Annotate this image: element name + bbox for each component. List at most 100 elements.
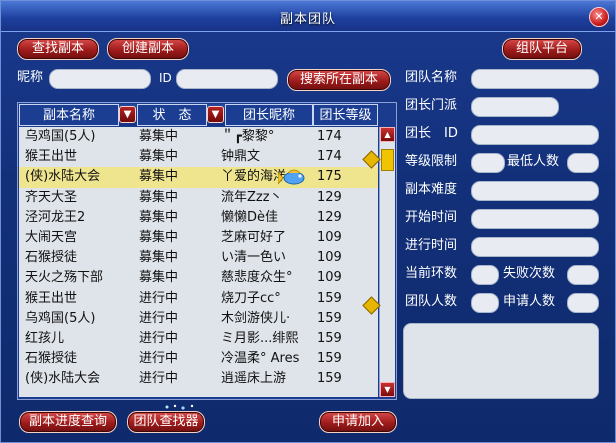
scroll-up-icon[interactable]: ▲ xyxy=(380,127,395,142)
applicants-label: 申请人数 xyxy=(503,294,556,309)
cell-leader: 懒懒Dè佳 xyxy=(221,209,279,225)
cell-name: 石猴授徒 xyxy=(25,250,78,266)
cell-name: 大闹天宫 xyxy=(25,229,78,245)
team-size-field xyxy=(471,293,499,313)
table-row[interactable]: 猴王出世 进行中 烧刀子cc° 159 xyxy=(19,289,378,309)
sparkle-icon xyxy=(165,404,194,410)
table-row[interactable]: (侠)水陆大会 进行中 逍遥床上游 159 xyxy=(19,369,378,389)
table-row[interactable]: 石猴授徒 募集中 い清一色い 109 xyxy=(19,248,378,268)
apply-join-button[interactable]: 申请加入 xyxy=(319,411,397,433)
cell-leader: 慈悲度众生° xyxy=(221,270,293,286)
cell-name: 猴王出世 xyxy=(25,290,78,306)
current-round-label: 当前环数 xyxy=(405,266,458,281)
nickname-input[interactable] xyxy=(49,69,151,90)
min-players-field xyxy=(567,153,599,173)
cell-status: 进行中 xyxy=(139,330,179,346)
current-round-field xyxy=(471,265,499,285)
goldfish-cursor-icon xyxy=(278,169,305,185)
cell-leader: 逍遥床上游 xyxy=(221,371,287,387)
team-platform-button[interactable]: 组队平台 xyxy=(502,38,582,60)
cell-name: 猴王出世 xyxy=(25,149,78,165)
id-input[interactable] xyxy=(176,69,278,90)
cell-level: 129 xyxy=(317,209,342,225)
cell-name: 泾河龙王2 xyxy=(25,209,86,225)
cell-level: 109 xyxy=(317,229,342,245)
cell-name: (侠)水陆大会 xyxy=(25,371,101,387)
find-dungeon-button[interactable]: 查找副本 xyxy=(17,38,99,60)
cell-status: 募集中 xyxy=(139,149,179,165)
table-scrollbar[interactable]: ▲ ▼ xyxy=(379,127,395,397)
scroll-down-icon[interactable]: ▼ xyxy=(380,382,395,397)
team-size-label: 团队人数 xyxy=(405,294,458,309)
cell-name: 红孩儿 xyxy=(25,330,65,346)
cell-name: 乌鸡国(5人) xyxy=(25,310,96,326)
cell-status: 募集中 xyxy=(139,229,179,245)
elapsed-time-field xyxy=(471,237,599,257)
sort-dropdown-icon[interactable]: ▼ xyxy=(119,106,136,123)
cell-level: 159 xyxy=(317,330,342,346)
header-dungeon-name: 副本名称 xyxy=(19,104,119,126)
id-input-box[interactable] xyxy=(177,72,277,90)
header-leader-name: 团长昵称 xyxy=(225,104,313,126)
cell-name: 齐天大圣 xyxy=(25,189,78,205)
cell-name: 乌鸡国(5人) xyxy=(25,129,96,144)
cell-level: 109 xyxy=(317,250,342,266)
dungeon-table: 副本名称 ▼ 状 态 ▼ 团长昵称 团长等级 乌鸡国(5人) 募集中 ＂┏黎黎° 17… xyxy=(17,102,397,400)
title-bar[interactable]: 副本团队 ✕ xyxy=(1,1,615,32)
cell-status: 进行中 xyxy=(139,351,179,367)
cell-status: 进行中 xyxy=(139,290,179,306)
table-row[interactable]: 泾河龙王2 募集中 懒懒Dè佳 129 xyxy=(19,208,378,228)
table-row[interactable]: 猴王出世 募集中 钟鼎文 174 xyxy=(19,147,378,167)
start-time-field xyxy=(471,209,599,229)
table-row[interactable]: 齐天大圣 募集中 流年Zzz丶 129 xyxy=(19,188,378,208)
team-finder-button[interactable]: 团队查找器 xyxy=(127,411,205,433)
cell-name: (侠)水陆大会 xyxy=(25,169,101,185)
scroll-thumb[interactable] xyxy=(381,149,394,171)
nickname-label: 昵称 xyxy=(17,70,44,85)
start-time-label: 开始时间 xyxy=(405,210,458,225)
fail-count-label: 失败次数 xyxy=(503,266,556,281)
description-box xyxy=(403,323,599,399)
table-row[interactable]: 乌鸡国(5人) 募集中 ＂┏黎黎° 174 xyxy=(19,127,378,147)
cell-status: 进行中 xyxy=(139,371,179,387)
table-row[interactable]: 天火之殇下部 募集中 慈悲度众生° 109 xyxy=(19,268,378,288)
cell-level: 175 xyxy=(317,169,342,185)
table-row[interactable]: 大闹天宫 募集中 芝麻可好了 109 xyxy=(19,228,378,248)
id-label: ID xyxy=(159,71,172,85)
level-limit-label: 等级限制 xyxy=(405,154,458,169)
window-title: 副本团队 xyxy=(279,12,336,27)
cell-status: 募集中 xyxy=(139,169,179,185)
dungeon-progress-button[interactable]: 副本进度查询 xyxy=(19,411,117,433)
difficulty-field xyxy=(471,181,599,201)
cell-leader: い清一色い xyxy=(221,250,287,266)
cell-leader: 流年Zzz丶 xyxy=(221,189,283,205)
cell-leader: 木剑游侠儿· xyxy=(221,310,291,326)
close-icon[interactable]: ✕ xyxy=(589,7,609,27)
sort-dropdown-icon[interactable]: ▼ xyxy=(207,106,224,123)
cell-status: 进行中 xyxy=(139,310,179,326)
table-row[interactable]: 红孩儿 进行中 ミ月影...绯熙 159 xyxy=(19,329,378,349)
header-leader-level: 团长等级 xyxy=(313,104,378,126)
min-players-label: 最低人数 xyxy=(507,154,560,169)
table-row[interactable]: 乌鸡国(5人) 进行中 木剑游侠儿· 159 xyxy=(19,309,378,329)
cell-level: 174 xyxy=(317,149,342,165)
team-name-label: 团队名称 xyxy=(405,70,458,85)
nickname-input-box[interactable] xyxy=(50,72,150,90)
cell-leader: 钟鼎文 xyxy=(221,149,261,165)
leader-school-field xyxy=(471,97,559,117)
fail-count-field xyxy=(567,265,599,285)
table-header: 副本名称 ▼ 状 态 ▼ 团长昵称 团长等级 xyxy=(19,104,378,126)
table-row-selected[interactable]: (侠)水陆大会 募集中 丫爱的海洋 175 xyxy=(19,167,378,188)
cell-name: 天火之殇下部 xyxy=(25,270,104,286)
cell-status: 募集中 xyxy=(139,209,179,225)
table-row[interactable]: 石猴授徒 进行中 冷温柔° Ares 159 xyxy=(19,349,378,369)
table-rows: 乌鸡国(5人) 募集中 ＂┏黎黎° 174 猴王出世 募集中 钟鼎文 174 (侠)水陆大会… xyxy=(19,127,378,397)
cell-level: 159 xyxy=(317,310,342,326)
cell-level: 159 xyxy=(317,290,342,306)
difficulty-label: 副本难度 xyxy=(405,182,458,197)
elapsed-time-label: 进行时间 xyxy=(405,238,458,253)
cell-level: 174 xyxy=(317,129,342,144)
search-dungeon-button[interactable]: 搜索所在副本 xyxy=(287,69,391,91)
leader-id-field xyxy=(471,125,599,145)
create-dungeon-button[interactable]: 创建副本 xyxy=(107,38,189,60)
